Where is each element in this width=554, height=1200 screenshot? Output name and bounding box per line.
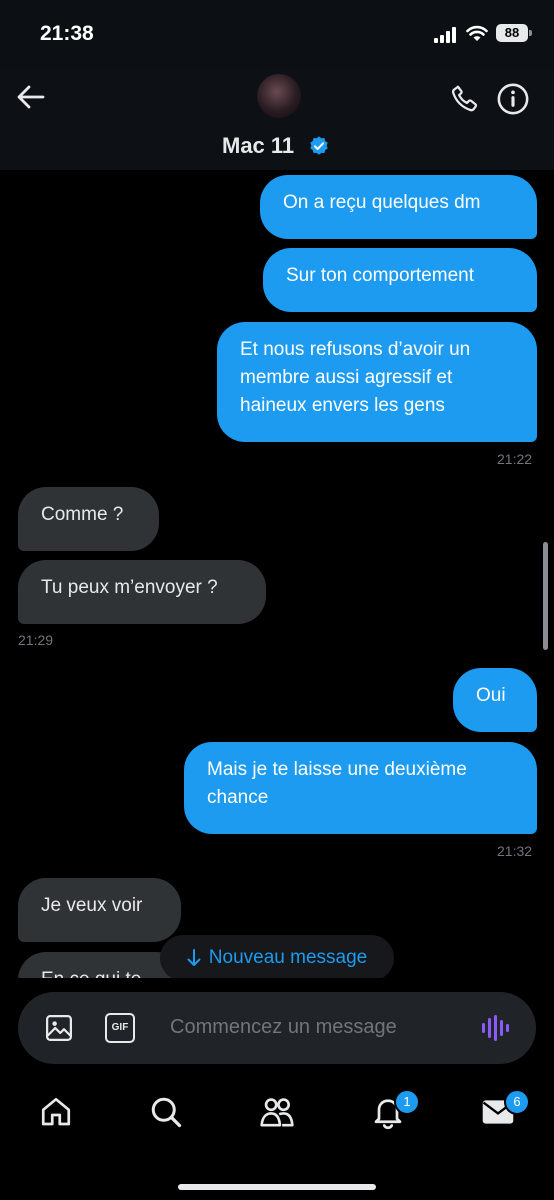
message-bubble-outgoing[interactable]: Et nous refusons d’avoir un membre aussi…	[217, 322, 537, 442]
communities-icon[interactable]	[258, 1094, 296, 1130]
message-bubble-incoming[interactable]: Tu peux m’envoyer ?	[18, 560, 266, 624]
avatar[interactable]	[257, 74, 301, 118]
message-timestamp: 21:22	[497, 451, 533, 467]
voice-message-icon[interactable]	[480, 1014, 510, 1042]
scrollbar[interactable]	[543, 542, 548, 650]
messages-badge: 6	[504, 1089, 530, 1115]
gif-icon[interactable]: GIF	[105, 1013, 135, 1043]
notifications-badge: 1	[394, 1089, 420, 1115]
message-bubble-outgoing[interactable]: Oui	[453, 668, 537, 732]
arrow-down-icon	[187, 949, 201, 966]
home-icon[interactable]	[38, 1094, 74, 1130]
new-message-pill[interactable]: Nouveau message	[160, 935, 394, 981]
message-timestamp: 21:32	[497, 843, 533, 859]
cellular-signal-icon	[434, 27, 456, 43]
back-arrow-icon[interactable]	[16, 84, 46, 110]
verified-badge-icon	[310, 136, 328, 155]
message-timestamp: 21:29	[18, 632, 54, 648]
status-time: 21:38	[40, 22, 94, 45]
message-bubble-outgoing[interactable]: On a reçu quelques dm	[260, 175, 537, 239]
wifi-icon	[466, 25, 488, 41]
phone-icon[interactable]	[449, 82, 481, 114]
new-message-label: Nouveau message	[208, 947, 368, 968]
info-icon[interactable]	[496, 82, 530, 116]
message-bubble-outgoing[interactable]: Mais je te laisse une deuxième chance	[184, 742, 537, 834]
contact-name[interactable]: Mac 11	[222, 133, 294, 159]
message-bubble-incoming[interactable]: Comme ?	[18, 487, 159, 551]
search-icon[interactable]	[148, 1094, 184, 1130]
message-bubble-outgoing[interactable]: Sur ton comportement	[263, 248, 537, 312]
home-indicator	[178, 1184, 376, 1190]
battery-tip	[529, 30, 532, 36]
message-bubble-incoming[interactable]: Je veux voir	[18, 878, 181, 942]
battery-indicator: 88	[496, 24, 528, 42]
message-input[interactable]: Commencez un message	[170, 1016, 397, 1039]
image-icon[interactable]	[44, 1013, 74, 1043]
